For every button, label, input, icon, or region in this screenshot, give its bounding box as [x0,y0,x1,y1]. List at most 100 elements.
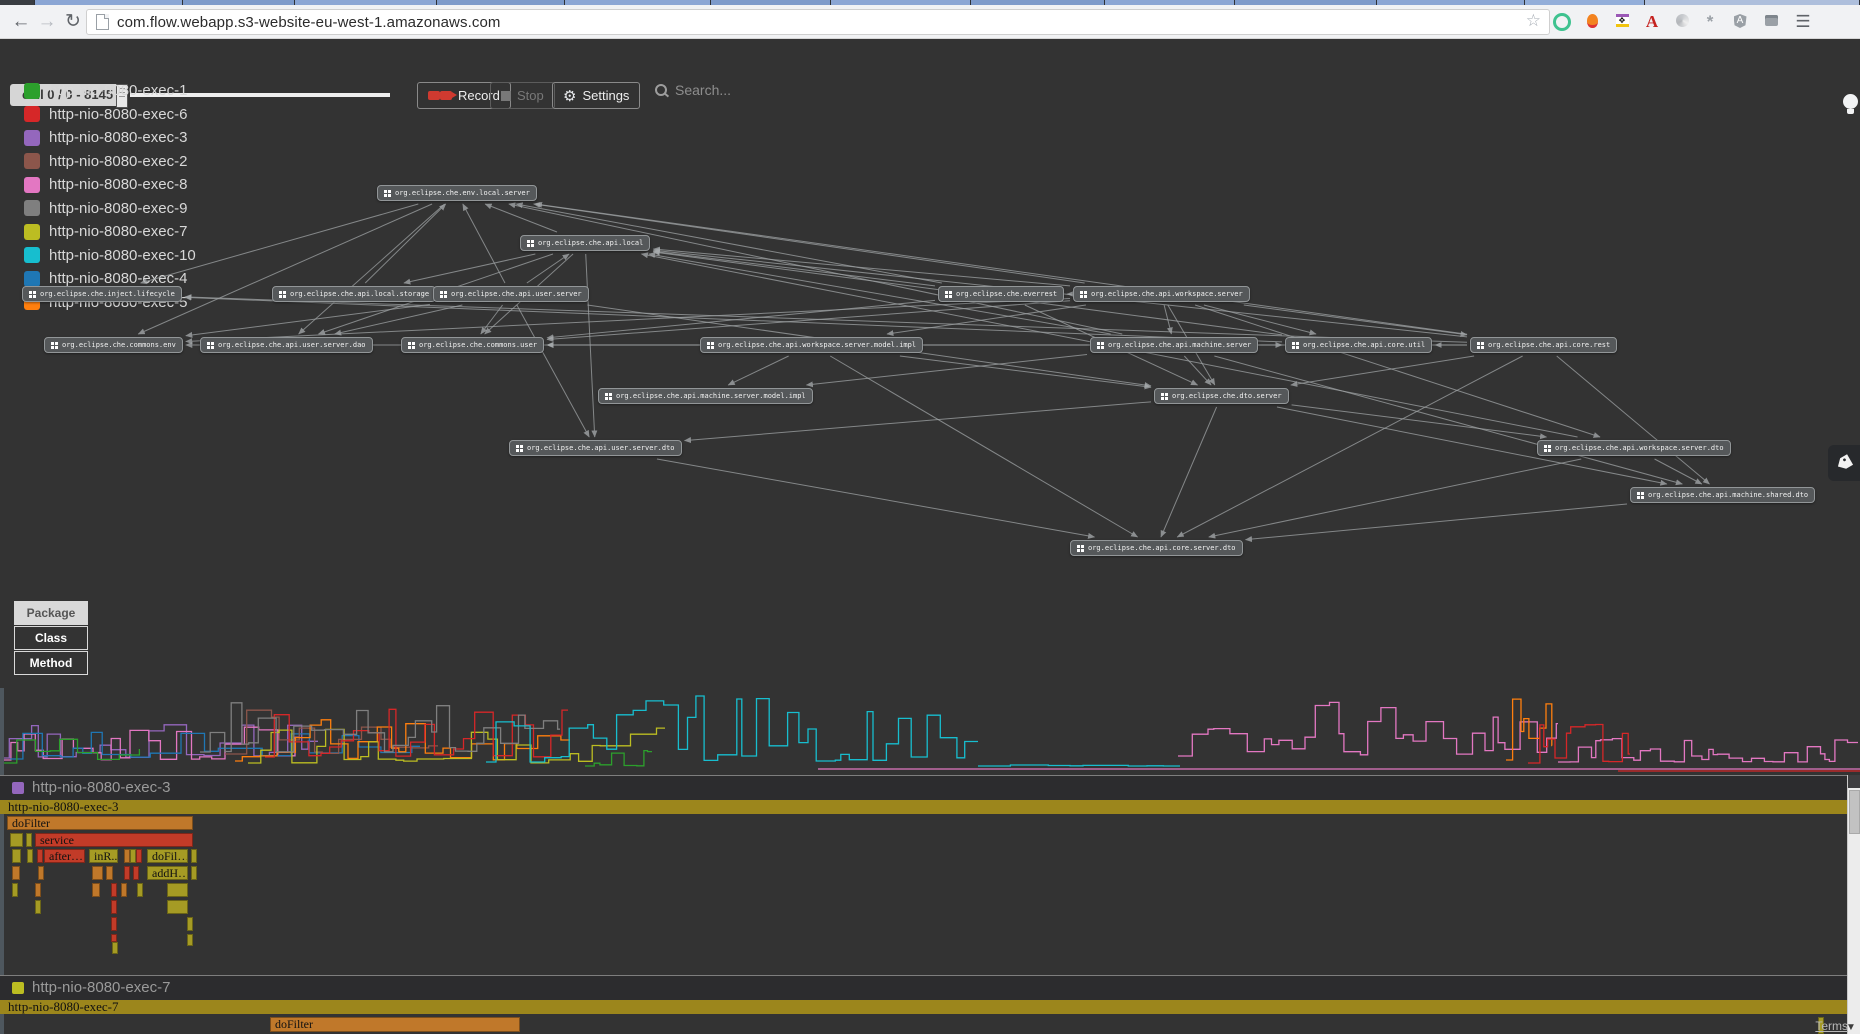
package-node[interactable]: org.eclipse.che.commons.user [401,337,544,353]
package-node[interactable]: org.eclipse.che.api.workspace.server.mod… [700,337,923,353]
package-node[interactable]: org.eclipse.che.env.local.server [377,185,537,201]
view-toggle-class[interactable]: Class [14,626,88,650]
scrollbar-thumb[interactable] [1849,790,1860,834]
scrollbar-top-button[interactable] [1848,775,1860,788]
flame-frame[interactable] [111,883,117,897]
flame-root-frame[interactable]: http-nio-8080-exec-3 [0,800,1855,814]
activity-timeline-chart[interactable] [0,0,1860,1034]
bookmark-star-icon[interactable]: ☆ [1526,11,1541,31]
flame-frame[interactable]: doFilter [7,816,193,830]
package-node[interactable]: org.eclipse.che.api.workspace.server.dto [1537,440,1731,456]
flame-frame[interactable] [12,849,21,863]
back-icon[interactable]: ← [8,9,34,35]
package-node[interactable]: org.eclipse.che.api.user.server.dao [200,337,373,353]
package-node[interactable]: org.eclipse.che.dto.server [1154,388,1289,404]
legend-item[interactable]: http-nio-8080-exec-7 [24,223,187,240]
legend-item[interactable]: http-nio-8080-exec-6 [24,106,187,123]
url-bar[interactable]: com.flow.webapp.s3-website-eu-west-1.ama… [86,9,1550,35]
terms-link[interactable]: Terms [1796,1019,1848,1033]
flame-section-header[interactable]: http-nio-8080-exec-7 [0,975,1860,1000]
legend-item[interactable]: http-nio-8080-exec-4 [24,270,187,287]
legend-item[interactable]: http-nio-8080-exec-2 [24,153,187,170]
flame-section-header[interactable]: http-nio-8080-exec-3 [0,775,1860,800]
thread-color-swatch [12,782,24,794]
package-node[interactable]: org.eclipse.che.everrest [938,286,1064,302]
flame-frame[interactable] [111,900,117,914]
flame-frame[interactable]: service [35,833,193,847]
flame-frame[interactable] [167,900,188,914]
legend-item[interactable]: http-nio-8080-exec-10 [24,247,196,264]
extension-dimensions-icon[interactable]: ✥ [1613,13,1631,31]
package-node[interactable]: org.eclipse.che.commons.env [44,337,183,353]
package-node[interactable]: org.eclipse.che.api.core.util [1285,337,1432,353]
flame-frame[interactable] [167,883,188,897]
flame-frame[interactable] [187,934,193,946]
flame-frame[interactable] [26,833,32,847]
extension-flame-icon[interactable] [1583,13,1601,31]
flame-frame[interactable] [121,883,127,897]
flame-frame[interactable]: doFilter [270,1017,520,1032]
flame-root-frame[interactable]: http-nio-8080-exec-7 [0,1000,1855,1014]
stop-button[interactable]: Stop [490,82,555,109]
thread-color-swatch [24,271,40,287]
flame-frame[interactable]: doFil… [147,849,188,863]
reload-icon[interactable]: ↻ [60,9,86,35]
extension-shield-icon[interactable]: A [1731,13,1749,31]
package-node[interactable]: org.eclipse.che.inject.lifecycle [22,286,182,302]
extension-grid-icon[interactable] [1762,13,1780,31]
flame-frame[interactable]: addH… [147,866,188,880]
flame-frame[interactable] [136,849,142,863]
extension-green-ring-icon[interactable] [1553,13,1571,31]
flame-frame[interactable] [191,866,197,880]
package-node[interactable]: org.eclipse.che.api.local [520,235,650,251]
package-node[interactable]: org.eclipse.che.api.core.rest [1470,337,1617,353]
package-node[interactable]: org.eclipse.che.api.machine.server.model… [598,388,813,404]
package-node[interactable]: org.eclipse.che.api.machine.server [1090,337,1258,353]
legend-item[interactable]: http-nio-8080-exec-8 [24,176,187,193]
package-node[interactable]: org.eclipse.che.api.user.server [433,286,589,302]
flame-frame[interactable] [133,866,139,880]
flame-frame[interactable] [124,866,130,880]
tag-panel-button[interactable] [1828,445,1860,481]
flame-frame[interactable] [35,900,41,914]
vertical-scrollbar[interactable] [1847,775,1860,1034]
flame-frame[interactable] [35,883,41,897]
flame-frame[interactable] [27,849,33,863]
extension-red-a-icon[interactable]: A [1643,13,1661,31]
flame-frame[interactable]: inR.. [89,849,118,863]
flame-frame[interactable] [92,883,100,897]
flame-frame[interactable] [92,866,103,880]
package-node[interactable]: org.eclipse.che.api.core.server.dto [1070,540,1243,556]
search-box[interactable]: Search... [655,82,731,98]
flame-frame[interactable] [187,917,193,931]
legend-item[interactable]: http-nio-8080-exec-3 [24,129,187,146]
flame-frame[interactable] [38,866,44,880]
flame-frame[interactable] [12,866,20,880]
url-text[interactable]: com.flow.webapp.s3-website-eu-west-1.ama… [117,14,501,31]
package-node[interactable]: org.eclipse.che.api.user.server.dto [509,440,682,456]
flame-frame[interactable] [37,849,43,863]
flame-frame[interactable] [137,883,143,897]
flame-frame[interactable] [191,849,197,863]
flame-frame[interactable] [10,833,23,847]
extension-asterisk-icon[interactable]: * [1701,13,1719,31]
view-toggle-method[interactable]: Method [14,651,88,675]
legend-item[interactable]: http-nio-8080-exec-1 [24,82,187,99]
browser-menu-icon[interactable]: ☰ [1790,9,1816,35]
view-toggle-package[interactable]: Package [14,601,88,625]
search-placeholder[interactable]: Search... [675,82,731,98]
forward-icon[interactable]: → [34,9,60,35]
lightbulb-icon[interactable] [1837,94,1860,122]
flame-frame[interactable] [112,942,118,954]
flame-frame[interactable] [111,934,117,942]
flame-frame[interactable] [111,917,117,931]
flame-frame[interactable] [106,866,113,880]
flame-frame[interactable]: after… [44,849,85,863]
flame-frame[interactable] [12,883,18,897]
settings-button[interactable]: ⚙ Settings [552,82,640,109]
legend-item[interactable]: http-nio-8080-exec-9 [24,200,187,217]
package-node[interactable]: org.eclipse.che.api.local.storage [272,286,436,302]
package-node[interactable]: org.eclipse.che.api.workspace.server [1073,286,1250,302]
package-node[interactable]: org.eclipse.che.api.machine.shared.dto [1630,487,1815,503]
extension-swirl-icon[interactable] [1673,13,1691,31]
